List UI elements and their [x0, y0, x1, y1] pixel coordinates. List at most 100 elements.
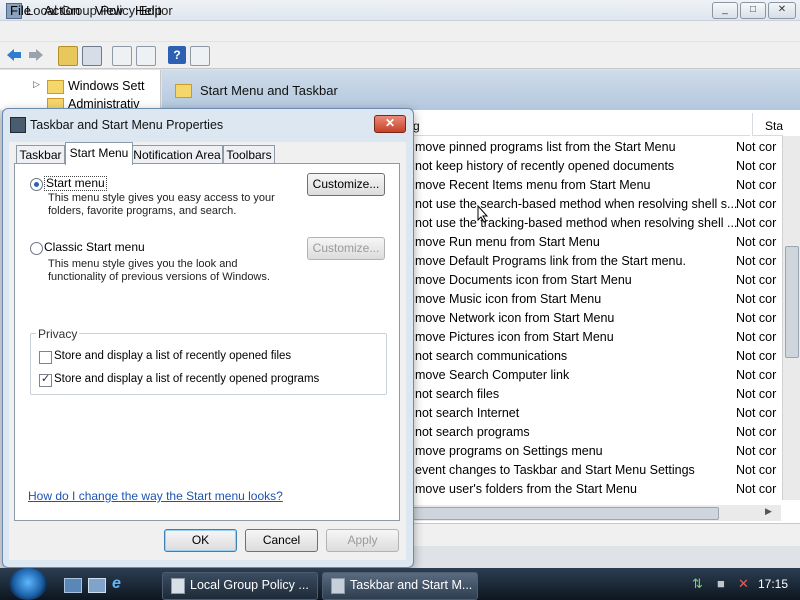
row-state: Not cor — [736, 349, 777, 363]
row-state: Not cor — [736, 311, 777, 325]
table-row[interactable]: move programs on Settings menu — [415, 444, 765, 463]
table-row[interactable]: move Default Programs link from the Star… — [415, 254, 765, 273]
row-state: Not cor — [736, 159, 777, 173]
menu-file[interactable]: File — [10, 3, 31, 18]
customize-button[interactable]: Customize... — [307, 173, 385, 196]
tab-taskbar[interactable]: Taskbar — [16, 145, 65, 164]
minimize-button[interactable]: _ — [712, 2, 738, 19]
dialog-title: Taskbar and Start Menu Properties — [30, 118, 224, 132]
tree-expand-icon[interactable]: ▷ — [33, 79, 40, 90]
back-icon[interactable] — [5, 46, 23, 64]
taskbar-item-properties[interactable]: Taskbar and Start M... — [322, 572, 478, 600]
scroll-thumb[interactable] — [785, 246, 799, 358]
network-status-icon[interactable]: ■ — [717, 576, 731, 591]
store-recent-programs-label[interactable]: Store and display a list of recently ope… — [54, 373, 319, 385]
row-state: Not cor — [736, 482, 777, 496]
store-recent-files-label[interactable]: Store and display a list of recently ope… — [54, 350, 291, 362]
internet-explorer-icon[interactable]: e — [112, 576, 128, 592]
menu-help[interactable]: Help — [135, 3, 162, 18]
table-row[interactable]: not use the search-based method when res… — [415, 197, 765, 216]
row-state: Not cor — [736, 235, 777, 249]
privacy-group — [30, 333, 387, 395]
column-header-state[interactable]: Sta — [752, 113, 783, 136]
tree-item[interactable]: Windows Sett — [68, 79, 144, 93]
table-row[interactable]: move Run menu from Start Menu — [415, 235, 765, 254]
help-link[interactable]: How do I change the way the Start menu l… — [28, 489, 283, 503]
table-row[interactable]: move pinned programs list from the Start… — [415, 140, 765, 159]
row-state: Not cor — [736, 406, 777, 420]
row-state: Not cor — [736, 178, 777, 192]
table-row[interactable]: not use the tracking-based method when r… — [415, 216, 765, 235]
row-state: Not cor — [736, 425, 777, 439]
table-row[interactable]: move Recent Items menu from Start Menu — [415, 178, 765, 197]
start-menu-radio[interactable] — [30, 178, 43, 191]
ok-button[interactable]: OK — [164, 529, 237, 552]
dialog-close-button[interactable]: ✕ — [374, 115, 406, 133]
apply-button[interactable]: Apply — [326, 529, 399, 552]
help-icon[interactable]: ? — [168, 46, 186, 64]
vertical-scrollbar[interactable] — [782, 136, 800, 500]
table-row[interactable]: move Pictures icon from Start Menu — [415, 330, 765, 349]
menu-bar — [0, 21, 800, 41]
cursor-icon — [477, 204, 489, 226]
horizontal-scrollbar[interactable]: ▶ — [413, 505, 781, 521]
table-row[interactable]: move Search Computer link — [415, 368, 765, 387]
clock[interactable]: 17:15 — [758, 577, 788, 591]
export-list-icon[interactable] — [112, 46, 132, 66]
scroll-right-arrow[interactable]: ▶ — [765, 506, 772, 517]
row-state: Not cor — [736, 140, 777, 154]
table-row[interactable]: not search files — [415, 387, 765, 406]
folder-icon — [171, 578, 185, 594]
classic-start-menu-description: This menu style gives you the look and f… — [48, 258, 270, 283]
row-state: Not cor — [736, 216, 777, 230]
table-row[interactable]: not search Internet — [415, 406, 765, 425]
network-icon[interactable]: ⇅ — [692, 576, 706, 591]
row-state: Not cor — [736, 292, 777, 306]
cancel-button[interactable]: Cancel — [245, 529, 318, 552]
scroll-thumb[interactable] — [413, 507, 719, 520]
tab-toolbars[interactable]: Toolbars — [223, 145, 275, 164]
start-menu-description: This menu style gives you easy access to… — [48, 192, 275, 217]
maximize-button[interactable]: □ — [740, 2, 766, 19]
extended-view-icon[interactable] — [190, 46, 210, 66]
table-row[interactable]: not keep history of recently opened docu… — [415, 159, 765, 178]
row-state: Not cor — [736, 273, 777, 287]
store-recent-programs-checkbox[interactable] — [39, 372, 52, 387]
start-menu-label[interactable]: Start menu — [44, 176, 107, 191]
privacy-legend: Privacy — [36, 327, 80, 341]
column-header-setting[interactable]: g — [413, 113, 750, 136]
up-folder-icon[interactable] — [58, 46, 78, 66]
table-row[interactable]: move Documents icon from Start Menu — [415, 273, 765, 292]
menu-view[interactable]: View — [95, 3, 123, 18]
show-hide-tree-icon[interactable] — [82, 46, 102, 66]
close-button[interactable]: ✕ — [768, 2, 796, 19]
table-row[interactable]: event changes to Taskbar and Start Menu … — [415, 463, 765, 482]
tab-notification-area[interactable]: Notification Area — [131, 145, 223, 164]
switch-windows-icon[interactable] — [88, 578, 106, 593]
table-row[interactable]: move Music icon from Start Menu — [415, 292, 765, 311]
classic-start-menu-label[interactable]: Classic Start menu — [44, 240, 145, 254]
classic-customize-button[interactable]: Customize... — [307, 237, 385, 260]
taskbar-item-label: Taskbar and Start M... — [350, 578, 473, 592]
taskbar-item-group-policy[interactable]: Local Group Policy ... — [162, 572, 318, 600]
store-recent-files-checkbox[interactable] — [39, 351, 52, 364]
pane-title: Start Menu and Taskbar — [200, 83, 338, 98]
menu-action[interactable]: Action — [44, 3, 80, 18]
properties-icon[interactable] — [136, 46, 156, 66]
forward-icon[interactable] — [27, 46, 45, 64]
row-state: Not cor — [736, 254, 777, 268]
column-header-state-label: Sta — [765, 119, 784, 133]
table-row[interactable]: move Network icon from Start Menu — [415, 311, 765, 330]
volume-muted-icon[interactable]: ✕ — [738, 576, 752, 591]
row-state: Not cor — [736, 368, 777, 382]
table-row[interactable]: move user's folders from the Start Menu — [415, 482, 765, 501]
tab-start-menu[interactable]: Start Menu — [65, 142, 133, 165]
table-row[interactable]: not search communications — [415, 349, 765, 368]
row-state: Not cor — [736, 197, 777, 211]
table-row[interactable]: not search programs — [415, 425, 765, 444]
classic-start-menu-radio[interactable] — [30, 242, 43, 255]
column-header-setting-label: g — [413, 119, 420, 133]
show-desktop-icon[interactable] — [64, 578, 82, 593]
row-state: Not cor — [736, 330, 777, 344]
start-button[interactable] — [9, 568, 47, 600]
